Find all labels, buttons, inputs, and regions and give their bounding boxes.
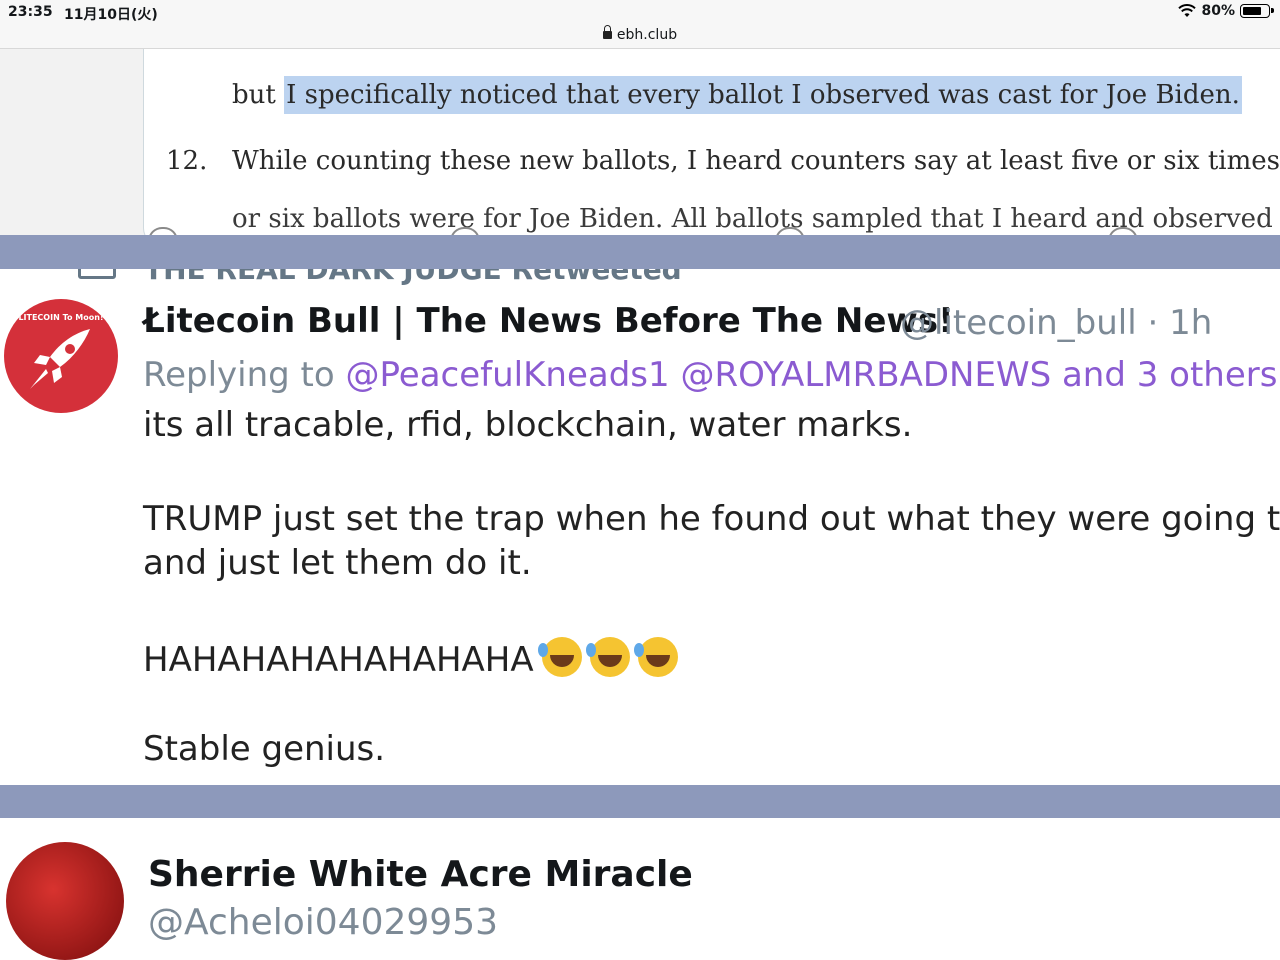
reply-mentions-link[interactable]: @PeacefulKneads1 @ROYALMRBADNEWS and 3 o… xyxy=(346,355,1278,395)
url-text: ebh.club xyxy=(616,27,678,43)
status-bar: 23:35 11月10日(火) 80% xyxy=(0,0,1280,26)
retweet-banner-text: THE REAL DARK JUDGE Retweeted xyxy=(144,269,682,286)
tweet-text-line: Stable genius. xyxy=(143,729,386,769)
rolling-laughing-emoji-icon xyxy=(633,637,678,677)
status-time: 23:35 xyxy=(8,4,53,20)
rolling-laughing-emoji-icon xyxy=(537,637,582,677)
retweet-banner-icon xyxy=(78,269,116,279)
document-line-1: but I specifically noticed that every ba… xyxy=(232,76,1242,114)
display-name[interactable]: Sherrie White Acre Miracle xyxy=(148,854,693,895)
reply-icon[interactable] xyxy=(148,227,178,235)
tweet[interactable]: Sherrie White Acre Miracle @Acheloi04029… xyxy=(0,818,1280,960)
tweet-text-line: HAHAHAHAHAHAHAHA xyxy=(143,637,678,680)
reply-context: Replying to @PeacefulKneads1 @ROYALMRBAD… xyxy=(143,355,1277,395)
wifi-icon xyxy=(1178,4,1197,17)
document-line-2: While counting these new ballots, I hear… xyxy=(232,146,1280,176)
user-handle[interactable]: @Acheloi04029953 xyxy=(148,902,498,943)
tweet-text-line: and just let them do it. xyxy=(143,543,532,583)
like-icon[interactable] xyxy=(775,227,805,235)
status-right: 80% xyxy=(1178,3,1274,19)
document-image[interactable]: but I specifically noticed that every ba… xyxy=(143,49,1280,235)
rolling-laughing-emoji-icon xyxy=(585,637,630,677)
avatar[interactable] xyxy=(6,842,124,960)
tweet-media-area: but I specifically noticed that every ba… xyxy=(0,49,1280,235)
lock-icon xyxy=(602,25,612,39)
separator-bar xyxy=(0,785,1280,818)
status-date: 11月10日(火) xyxy=(64,7,158,23)
retweet-banner: THE REAL DARK JUDGE Retweeted xyxy=(78,269,682,286)
tweet-laugh-text: HAHAHAHAHAHAHAHA xyxy=(143,640,534,680)
document-highlighted-text: I specifically noticed that every ballot… xyxy=(284,76,1242,114)
retweet-icon[interactable] xyxy=(450,227,480,235)
tweet-action-bar xyxy=(0,227,1280,235)
tweet-text-line: TRUMP just set the trap when he found ou… xyxy=(143,499,1280,539)
user-handle[interactable]: @litecoin_bull · 1h xyxy=(900,303,1212,343)
tweet[interactable]: THE REAL DARK JUDGE Retweeted LITECOIN T… xyxy=(0,269,1280,785)
display-name[interactable]: Łitecoin Bull | The News Before The News… xyxy=(143,301,954,341)
reply-prefix: Replying to xyxy=(143,355,335,395)
avatar[interactable]: LITECOIN To Moon! xyxy=(4,299,118,413)
url-bar[interactable]: ebh.club xyxy=(0,25,1280,49)
battery-icon xyxy=(1240,4,1274,18)
separator-bar xyxy=(0,235,1280,269)
share-icon[interactable] xyxy=(1108,227,1138,235)
document-line-1-prefix: but xyxy=(232,80,285,110)
tweet-text-line: its all tracable, rfid, blockchain, wate… xyxy=(143,405,913,445)
paragraph-number: 12. xyxy=(166,146,208,176)
rocket-icon xyxy=(30,329,90,389)
battery-percent: 80% xyxy=(1201,3,1235,19)
